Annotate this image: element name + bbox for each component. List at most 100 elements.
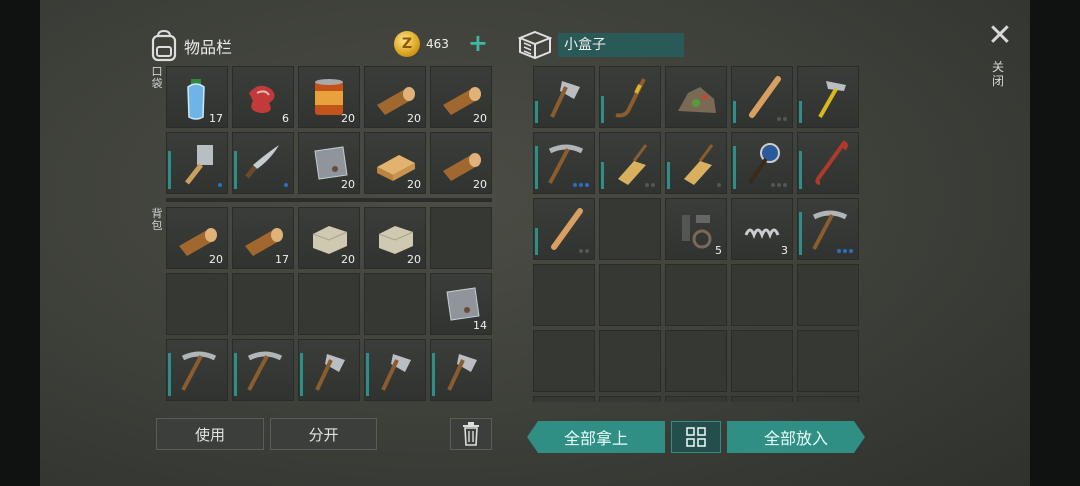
pocket-slot[interactable]: 6 bbox=[232, 66, 294, 128]
hatchet-icon bbox=[315, 354, 345, 391]
box-slot[interactable] bbox=[599, 330, 661, 392]
box-slot[interactable] bbox=[731, 66, 793, 128]
inventory-title: 物品栏 bbox=[184, 38, 233, 57]
junk-pile-icon bbox=[678, 87, 716, 113]
pocket-slot[interactable]: 20 bbox=[430, 66, 492, 128]
take-all-button[interactable]: 全部拿上 bbox=[527, 421, 665, 453]
box-slot[interactable]: 3 bbox=[731, 198, 793, 260]
inventory-header: 物品栏 bbox=[150, 26, 232, 66]
pocket-slot[interactable] bbox=[232, 132, 294, 194]
backpack-slot[interactable]: 20 bbox=[166, 207, 228, 269]
backpack-slot[interactable] bbox=[166, 273, 228, 335]
box-slot[interactable] bbox=[797, 66, 859, 128]
item-count: 6 bbox=[282, 112, 289, 125]
pocket-slot[interactable]: 20 bbox=[430, 132, 492, 194]
pocket-slot[interactable]: 20 bbox=[298, 66, 360, 128]
quality-dots bbox=[573, 183, 589, 187]
crowbar-icon bbox=[815, 140, 848, 185]
pocket-slot[interactable]: 20 bbox=[298, 132, 360, 194]
add-coins-button[interactable]: + bbox=[468, 31, 488, 55]
box-slot[interactable] bbox=[533, 264, 595, 326]
box-slot[interactable] bbox=[665, 330, 727, 392]
box-slot[interactable] bbox=[731, 396, 793, 402]
box-slot[interactable] bbox=[533, 330, 595, 392]
item-count: 5 bbox=[715, 244, 722, 257]
backpack-slot[interactable]: 20 bbox=[364, 207, 426, 269]
trash-button[interactable] bbox=[450, 418, 492, 450]
box-slot[interactable] bbox=[665, 264, 727, 326]
put-all-button[interactable]: 全部放入 bbox=[727, 421, 865, 453]
box-slot[interactable] bbox=[731, 264, 793, 326]
backpack-slot[interactable] bbox=[430, 207, 492, 269]
broom-icon bbox=[684, 144, 714, 185]
box-slot[interactable] bbox=[599, 396, 661, 402]
quality-dots bbox=[837, 249, 853, 253]
box-name-field[interactable]: 小盒子 bbox=[558, 33, 684, 57]
baseball-bat-icon bbox=[749, 76, 781, 118]
close-button[interactable]: ✕ bbox=[986, 21, 1014, 51]
item-count: 14 bbox=[473, 319, 487, 332]
box-slot[interactable] bbox=[599, 132, 661, 194]
box-slot[interactable]: 5 bbox=[665, 198, 727, 260]
box-slot[interactable] bbox=[797, 198, 859, 260]
split-button[interactable]: 分开 bbox=[270, 418, 377, 450]
box-slot[interactable] bbox=[599, 264, 661, 326]
durability-bar bbox=[799, 101, 802, 123]
backpack-slot[interactable] bbox=[364, 273, 426, 335]
backpack-slot[interactable] bbox=[298, 339, 360, 401]
box-slot[interactable] bbox=[599, 66, 661, 128]
box-slot[interactable] bbox=[665, 66, 727, 128]
box-slot[interactable] bbox=[533, 132, 595, 194]
box-slot[interactable] bbox=[797, 264, 859, 326]
trash-icon bbox=[463, 422, 479, 446]
backpack-icon bbox=[151, 30, 177, 62]
backpack-slot[interactable] bbox=[364, 339, 426, 401]
durability-bar bbox=[535, 146, 538, 189]
box-slot[interactable] bbox=[797, 396, 859, 402]
durability-bar bbox=[168, 353, 171, 396]
spiked-mace-icon bbox=[748, 143, 780, 185]
box-slot[interactable] bbox=[665, 396, 727, 402]
backpack-slot[interactable]: 14 bbox=[430, 273, 492, 335]
pocket-grid: 17 6 20 20 20 20 20 20 bbox=[166, 66, 492, 194]
durability-bar bbox=[667, 162, 670, 189]
pickaxe-icon bbox=[181, 351, 217, 391]
box-slot[interactable] bbox=[533, 396, 595, 402]
backpack-slot[interactable] bbox=[166, 339, 228, 401]
durability-bar bbox=[799, 151, 802, 189]
item-count: 20 bbox=[341, 178, 355, 191]
box-slot[interactable] bbox=[731, 132, 793, 194]
sort-button[interactable] bbox=[671, 421, 721, 453]
durability-bar bbox=[300, 353, 303, 396]
durability-bar bbox=[601, 96, 604, 123]
box-slot[interactable] bbox=[797, 330, 859, 392]
backpack-slot[interactable]: 20 bbox=[298, 207, 360, 269]
box-slot[interactable] bbox=[665, 132, 727, 194]
use-button[interactable]: 使用 bbox=[156, 418, 264, 450]
close-label: 关闭 bbox=[992, 60, 1005, 88]
pocket-slot[interactable] bbox=[166, 132, 228, 194]
quality-dots bbox=[284, 183, 288, 187]
pocket-slot[interactable]: 20 bbox=[364, 132, 426, 194]
box-slot[interactable] bbox=[533, 66, 595, 128]
backpack-slot[interactable] bbox=[232, 339, 294, 401]
pocket-slot[interactable]: 17 bbox=[166, 66, 228, 128]
box-slot[interactable] bbox=[599, 198, 661, 260]
backpack-slot[interactable] bbox=[430, 339, 492, 401]
pocket-slot[interactable]: 20 bbox=[364, 66, 426, 128]
backpack-slot[interactable] bbox=[232, 273, 294, 335]
durability-bar bbox=[535, 101, 538, 123]
section-divider bbox=[166, 198, 492, 202]
box-slot[interactable] bbox=[797, 132, 859, 194]
backpack-slot[interactable]: 17 bbox=[232, 207, 294, 269]
pickaxe-icon bbox=[247, 351, 283, 391]
backpack-slot[interactable] bbox=[298, 273, 360, 335]
box-slot[interactable] bbox=[731, 330, 793, 392]
coin-icon: Z bbox=[394, 31, 420, 57]
item-count: 20 bbox=[341, 112, 355, 125]
durability-bar bbox=[535, 228, 538, 255]
broom-icon bbox=[618, 144, 648, 185]
box-slot[interactable] bbox=[533, 198, 595, 260]
backpack-label: 背包 bbox=[151, 207, 163, 232]
box-header: 小盒子 bbox=[518, 30, 684, 60]
